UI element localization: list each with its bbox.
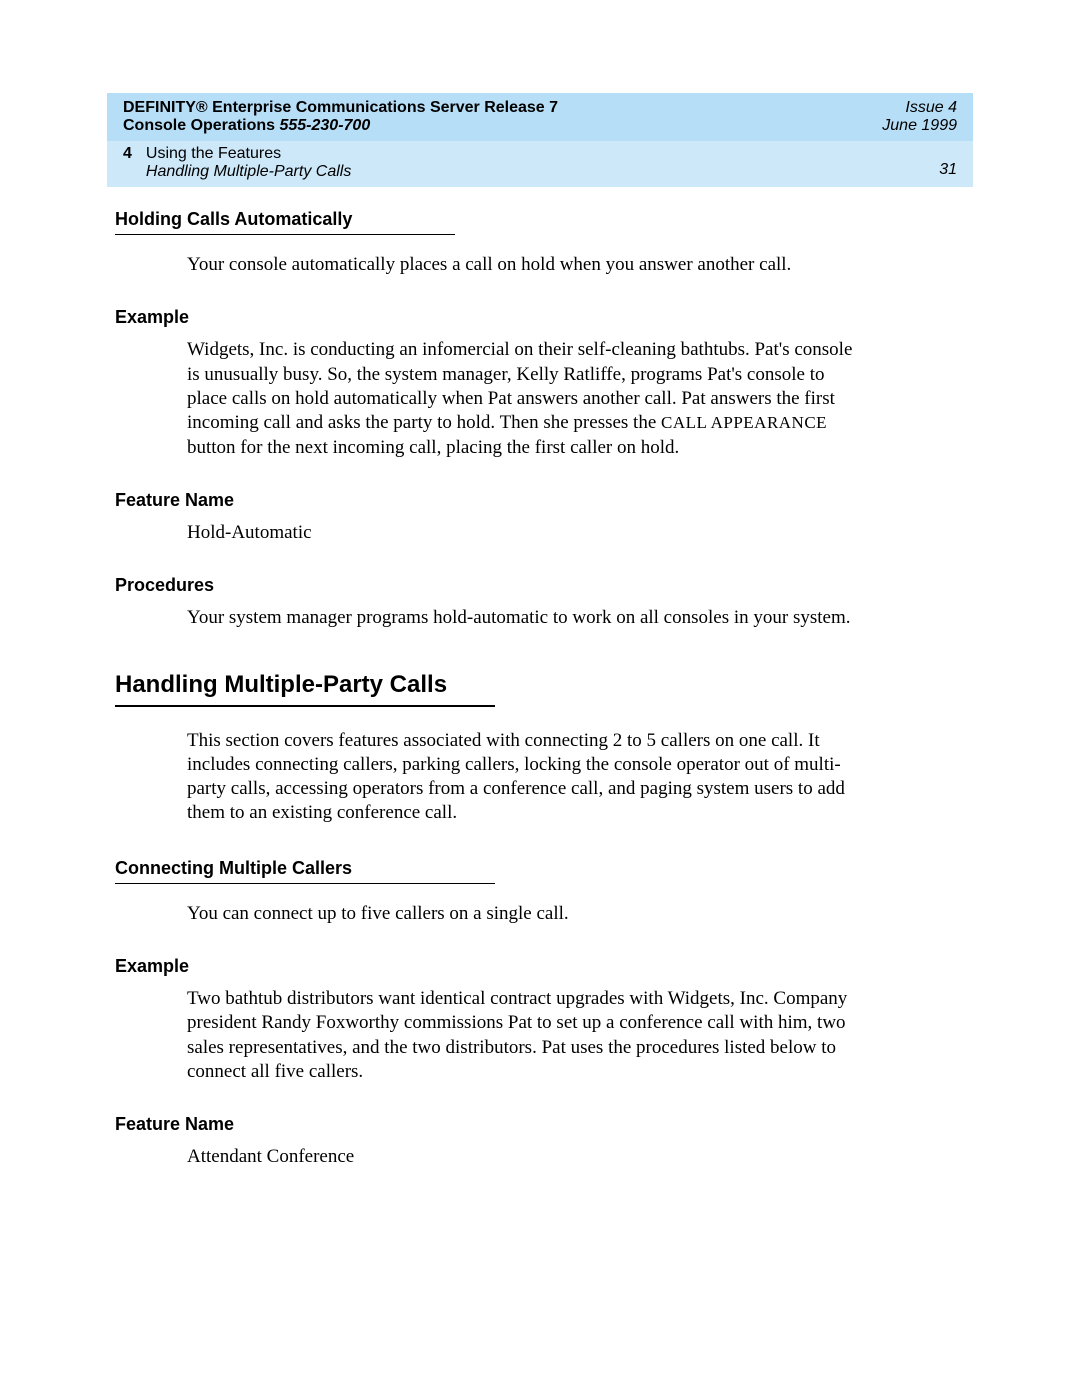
heading-holding-calls-wrap: Holding Calls Automatically bbox=[115, 209, 455, 235]
doc-number: 555-230-700 bbox=[279, 117, 370, 134]
heading-multiparty-wrap: Handling Multiple-Party Calls bbox=[115, 671, 495, 707]
multiparty-intro: This section covers features associated … bbox=[187, 729, 857, 826]
document-page: DEFINITY® Enterprise Communications Serv… bbox=[0, 0, 1080, 1397]
doc-date: June 1999 bbox=[882, 117, 957, 135]
doc-title-prefix: Console Operations bbox=[123, 117, 279, 134]
page-content: Holding Calls Automatically Your console… bbox=[107, 187, 973, 1170]
heading-connecting-wrap: Connecting Multiple Callers bbox=[115, 858, 495, 884]
page-header: DEFINITY® Enterprise Communications Serv… bbox=[107, 93, 973, 187]
header-row-2: Console Operations 555-230-700 June 1999 bbox=[107, 117, 973, 141]
chapter-number: 4 bbox=[123, 145, 132, 181]
example-body-1: Widgets, Inc. is conducting an infomerci… bbox=[187, 338, 857, 460]
holding-calls-intro: Your console automatically places a call… bbox=[187, 253, 857, 277]
example-label-2: Example bbox=[115, 956, 973, 977]
page-number: 31 bbox=[939, 161, 957, 181]
breadcrumb-left: 4 Using the Features Handling Multiple-P… bbox=[123, 145, 351, 181]
feature-name-label-1: Feature Name bbox=[115, 490, 973, 511]
chapter-title: Using the Features bbox=[146, 145, 351, 163]
heading-holding-calls: Holding Calls Automatically bbox=[115, 209, 455, 234]
chapter-lines: Using the Features Handling Multiple-Par… bbox=[146, 145, 351, 181]
procedures-body: Your system manager programs hold-automa… bbox=[187, 606, 857, 630]
doc-title-line-2: Console Operations 555-230-700 bbox=[123, 117, 370, 135]
call-appearance-button-label: CALL APPEARANCE bbox=[661, 413, 827, 432]
connecting-intro: You can connect up to five callers on a … bbox=[187, 902, 857, 926]
chapter-subtitle: Handling Multiple-Party Calls bbox=[146, 163, 351, 181]
example-label-1: Example bbox=[115, 307, 973, 328]
heading-connecting: Connecting Multiple Callers bbox=[115, 858, 495, 883]
doc-issue: Issue 4 bbox=[905, 99, 957, 117]
feature-name-label-2: Feature Name bbox=[115, 1114, 973, 1135]
example-text-after: button for the next incoming call, placi… bbox=[187, 437, 679, 458]
header-row-1: DEFINITY® Enterprise Communications Serv… bbox=[107, 93, 973, 117]
heading-multiparty: Handling Multiple-Party Calls bbox=[115, 671, 495, 705]
feature-name-value-2: Attendant Conference bbox=[187, 1145, 857, 1169]
doc-title-line-1: DEFINITY® Enterprise Communications Serv… bbox=[123, 99, 558, 117]
example-body-2: Two bathtub distributors want identical … bbox=[187, 987, 857, 1084]
feature-name-value-1: Hold-Automatic bbox=[187, 521, 857, 545]
procedures-label: Procedures bbox=[115, 575, 973, 596]
header-breadcrumb: 4 Using the Features Handling Multiple-P… bbox=[107, 141, 973, 187]
